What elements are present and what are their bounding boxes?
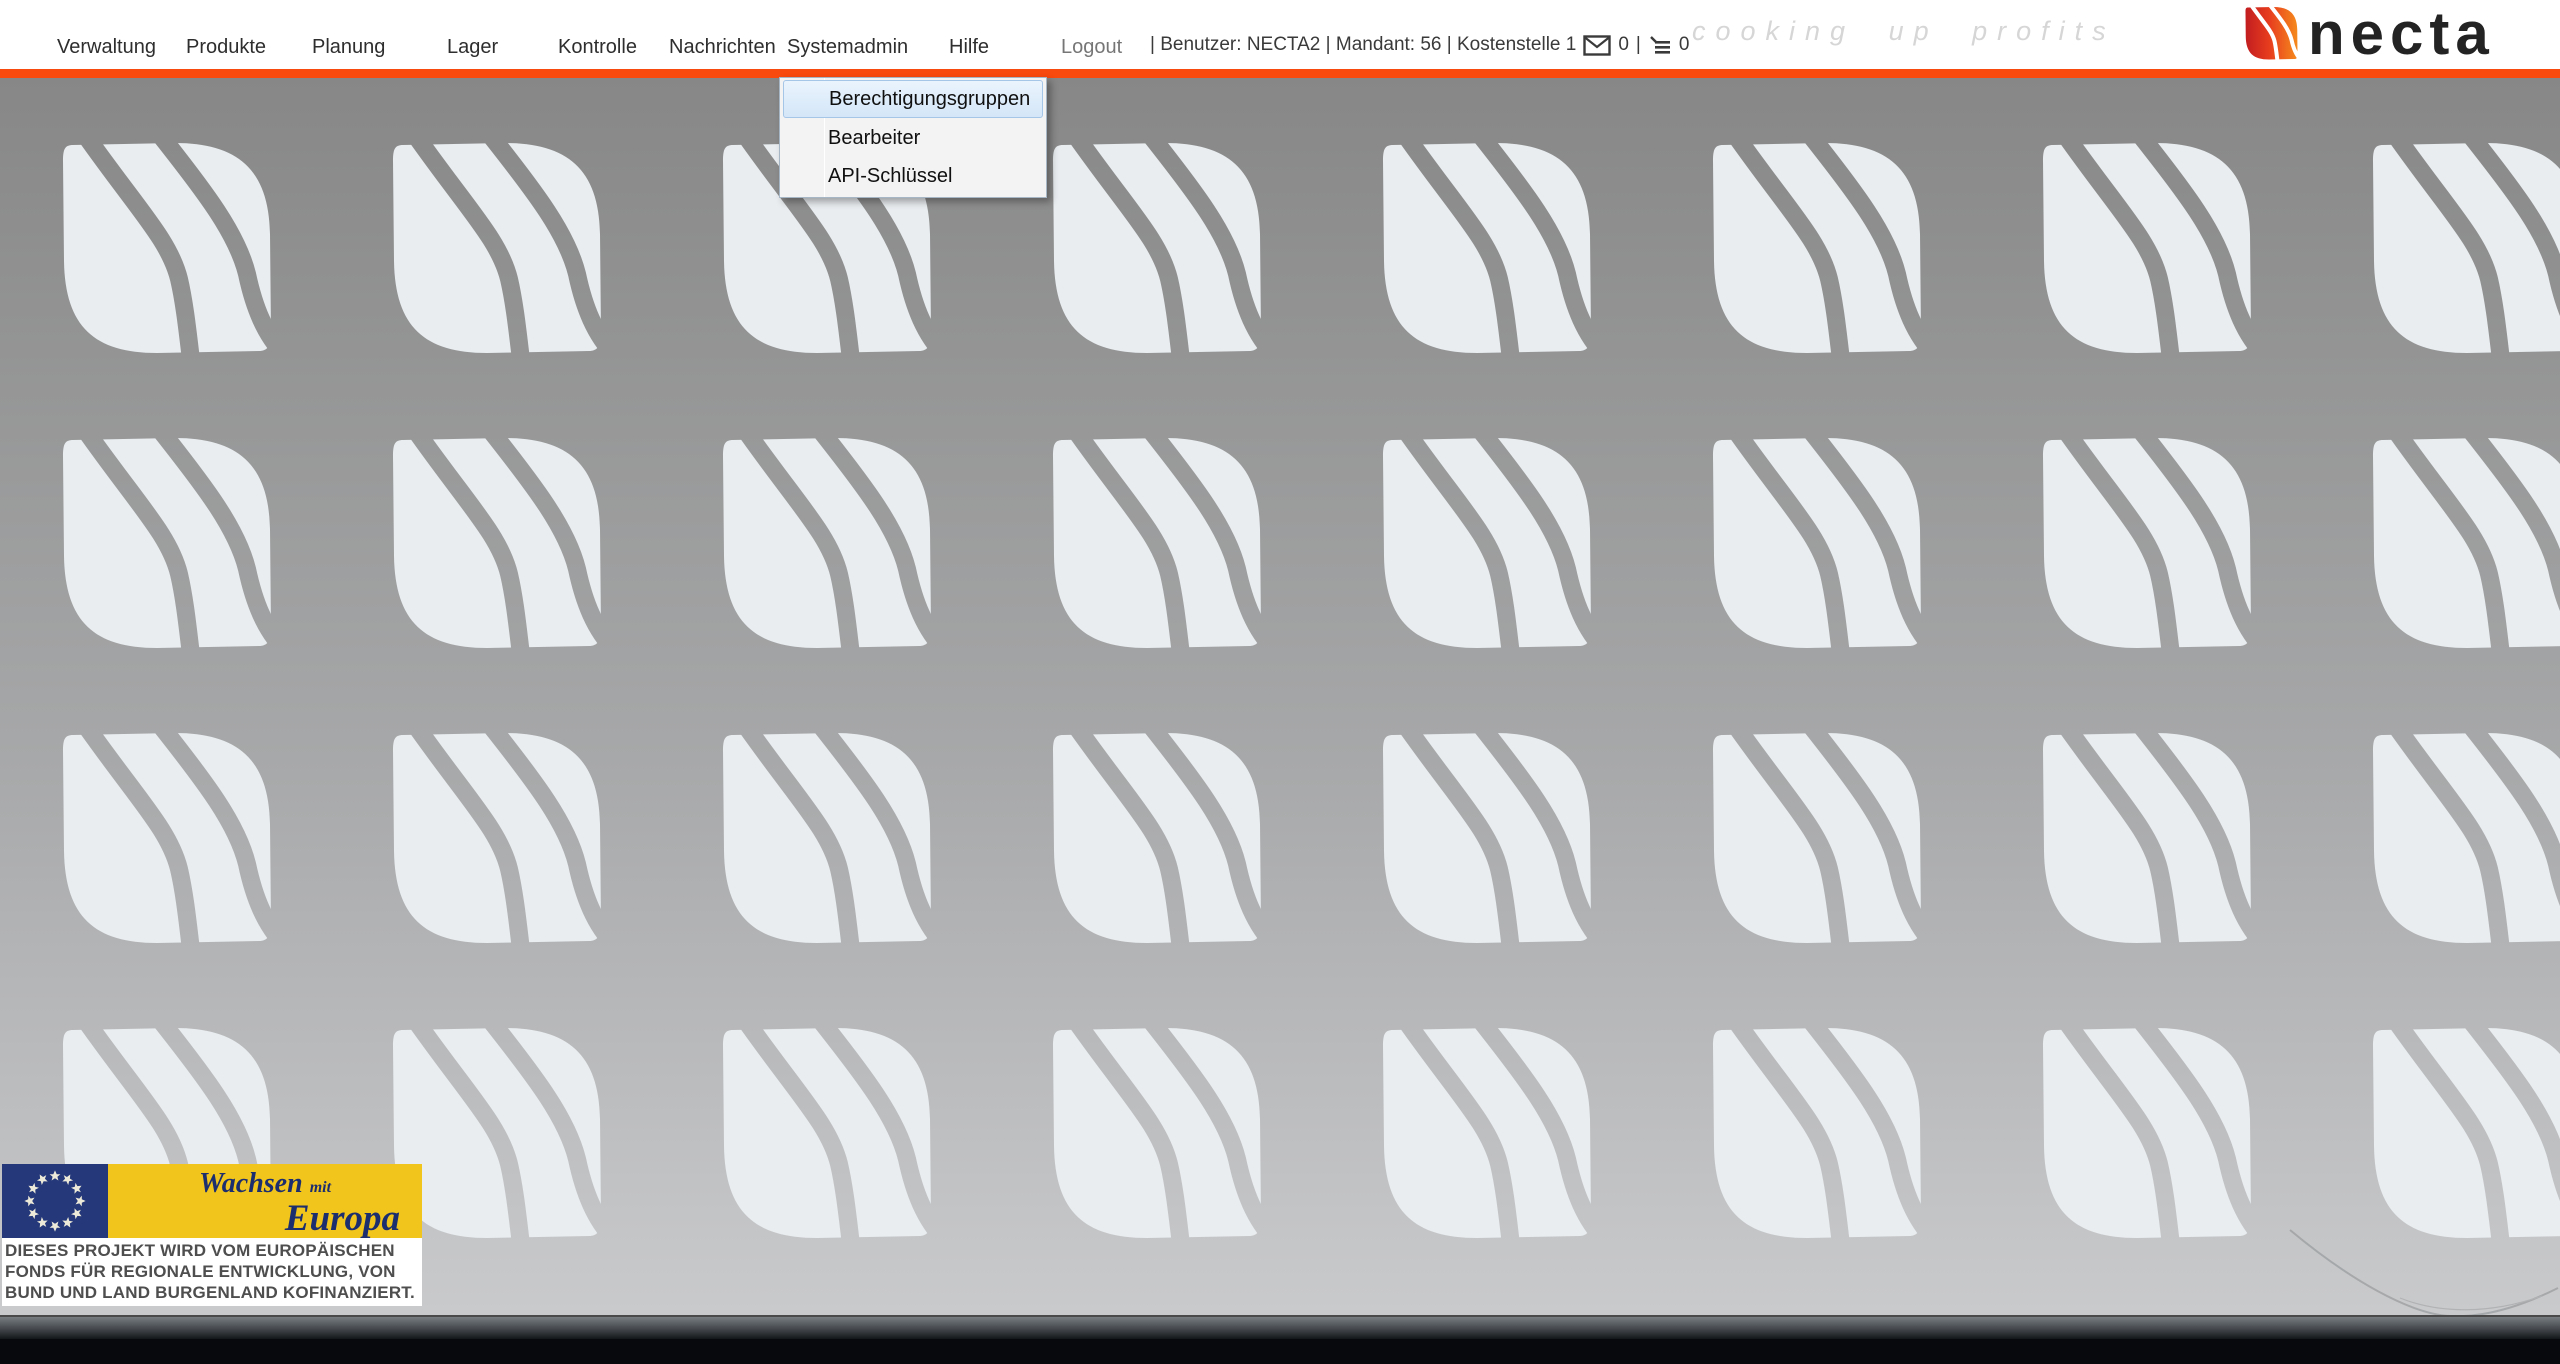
session-info: | Benutzer: NECTA2 | Mandant: 56 | Koste…: [1150, 34, 1689, 56]
nav-item-systemadmin[interactable]: Systemadmin: [787, 36, 908, 59]
eu-funding-banner: Wachsen mit Europa DIESES PROJEKT WIRD V…: [2, 1164, 422, 1306]
menu-item-berechtigungsgruppen[interactable]: Berechtigungsgruppen: [783, 80, 1043, 118]
user-info-text: | Benutzer: NECTA2 | Mandant: 56 | Koste…: [1150, 34, 1576, 56]
fenz-swoosh-icon: [2280, 1218, 2560, 1315]
necta-leaf-icon: [2243, 6, 2300, 61]
systemadmin-dropdown-menu: Berechtigungsgruppen Bearbeiter API-Schl…: [779, 77, 1047, 198]
eu-text-line: BUND UND LAND BURGENLAND KOFINANZIERT.: [5, 1282, 419, 1303]
eu-title-mit: mit: [310, 1179, 331, 1196]
bottom-bar-black: [0, 1339, 2560, 1364]
leaf-pattern-background: [0, 78, 2560, 1315]
nav-item-verwaltung[interactable]: Verwaltung: [57, 36, 156, 59]
eu-banner-title: Wachsen mit Europa: [108, 1164, 422, 1238]
top-header: Verwaltung Produkte Planung Lager Kontro…: [0, 0, 2560, 69]
menu-item-bearbeiter[interactable]: Bearbeiter: [780, 119, 1046, 157]
session-divider: |: [1636, 34, 1641, 56]
nav-item-kontrolle[interactable]: Kontrolle: [558, 36, 637, 59]
bottom-bar-gradient: [0, 1317, 2560, 1339]
eu-banner-text: DIESES PROJEKT WIRD VOM EUROPÄISCHEN FON…: [2, 1238, 422, 1306]
eu-banner-top: Wachsen mit Europa: [2, 1164, 422, 1238]
logout-link[interactable]: Logout: [1061, 36, 1122, 59]
nav-item-nachrichten[interactable]: Nachrichten: [669, 36, 776, 59]
nav-item-produkte[interactable]: Produkte: [186, 36, 266, 59]
nav-item-lager[interactable]: Lager: [447, 36, 498, 59]
brand-logo: necta: [2243, 6, 2495, 62]
eu-stars-icon: [2, 1164, 108, 1238]
bottom-bar: [0, 1315, 2560, 1364]
eu-text-line: DIESES PROJEKT WIRD VOM EUROPÄISCHEN: [5, 1240, 419, 1261]
eu-title-wachsen: Wachsen: [199, 1168, 303, 1199]
mail-count: 0: [1618, 34, 1629, 56]
eu-flag: [2, 1164, 108, 1238]
main-content: Wachsen mit Europa DIESES PROJEKT WIRD V…: [0, 78, 2560, 1315]
app-window: Verwaltung Produkte Planung Lager Kontro…: [0, 0, 2560, 1364]
envelope-icon[interactable]: [1583, 35, 1611, 56]
accent-bar: [0, 69, 2560, 78]
brand-name: necta: [2308, 6, 2495, 62]
task-list-icon[interactable]: [1648, 34, 1672, 56]
eu-title-europa: Europa: [108, 1202, 422, 1236]
nav-item-hilfe[interactable]: Hilfe: [949, 36, 989, 59]
eu-text-line: FONDS FÜR REGIONALE ENTWICKLUNG, VON: [5, 1261, 419, 1282]
nav-item-planung[interactable]: Planung: [312, 36, 385, 59]
brand-tagline: cooking up profits: [1692, 16, 2116, 47]
menu-item-api-schluessel[interactable]: API-Schlüssel: [780, 157, 1046, 195]
task-count: 0: [1679, 34, 1690, 56]
